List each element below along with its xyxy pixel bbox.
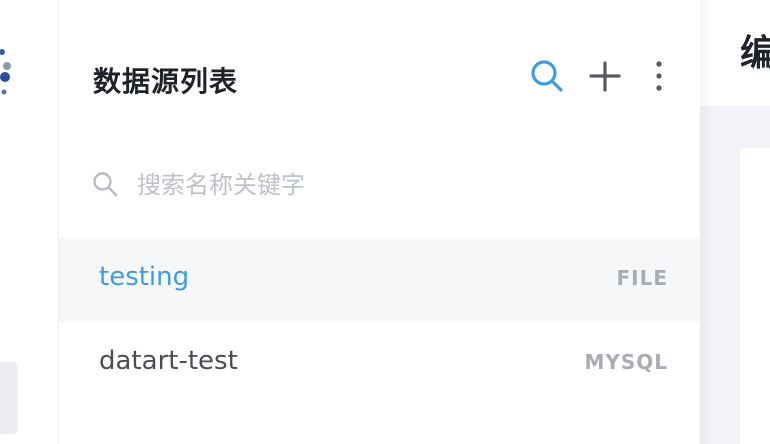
app-window: 数据源列表 搜索名称关键字 testing FILE datart-test M… (0, 0, 770, 444)
left-nav-rail (0, 0, 59, 444)
search-button[interactable] (527, 56, 567, 96)
editor-card (740, 148, 770, 444)
search-input-icon (93, 172, 118, 197)
panel-title: 数据源列表 (93, 65, 239, 98)
search-icon (531, 60, 563, 92)
datasource-name: datart-test (99, 346, 238, 376)
datasource-item-testing[interactable]: testing FILE (59, 238, 700, 322)
panel-divider-shadow (700, 0, 712, 444)
datasource-list-panel: 数据源列表 搜索名称关键字 testing FILE datart-test M… (59, 0, 700, 444)
datasource-type: FILE (616, 266, 668, 290)
datasource-type: MYSQL (584, 350, 668, 374)
more-vertical-icon (656, 61, 662, 91)
plus-icon (589, 61, 621, 92)
more-options-button[interactable] (639, 56, 679, 96)
add-datasource-button[interactable] (585, 56, 625, 96)
logo-icon (0, 49, 11, 95)
search-input[interactable] (135, 164, 659, 206)
datasource-item-datart-test[interactable]: datart-test MYSQL (59, 322, 700, 406)
rail-collapse-tab[interactable] (0, 362, 18, 434)
editor-title: 编 (740, 33, 770, 74)
search-bar (89, 160, 669, 208)
datasource-name: testing (99, 262, 190, 292)
